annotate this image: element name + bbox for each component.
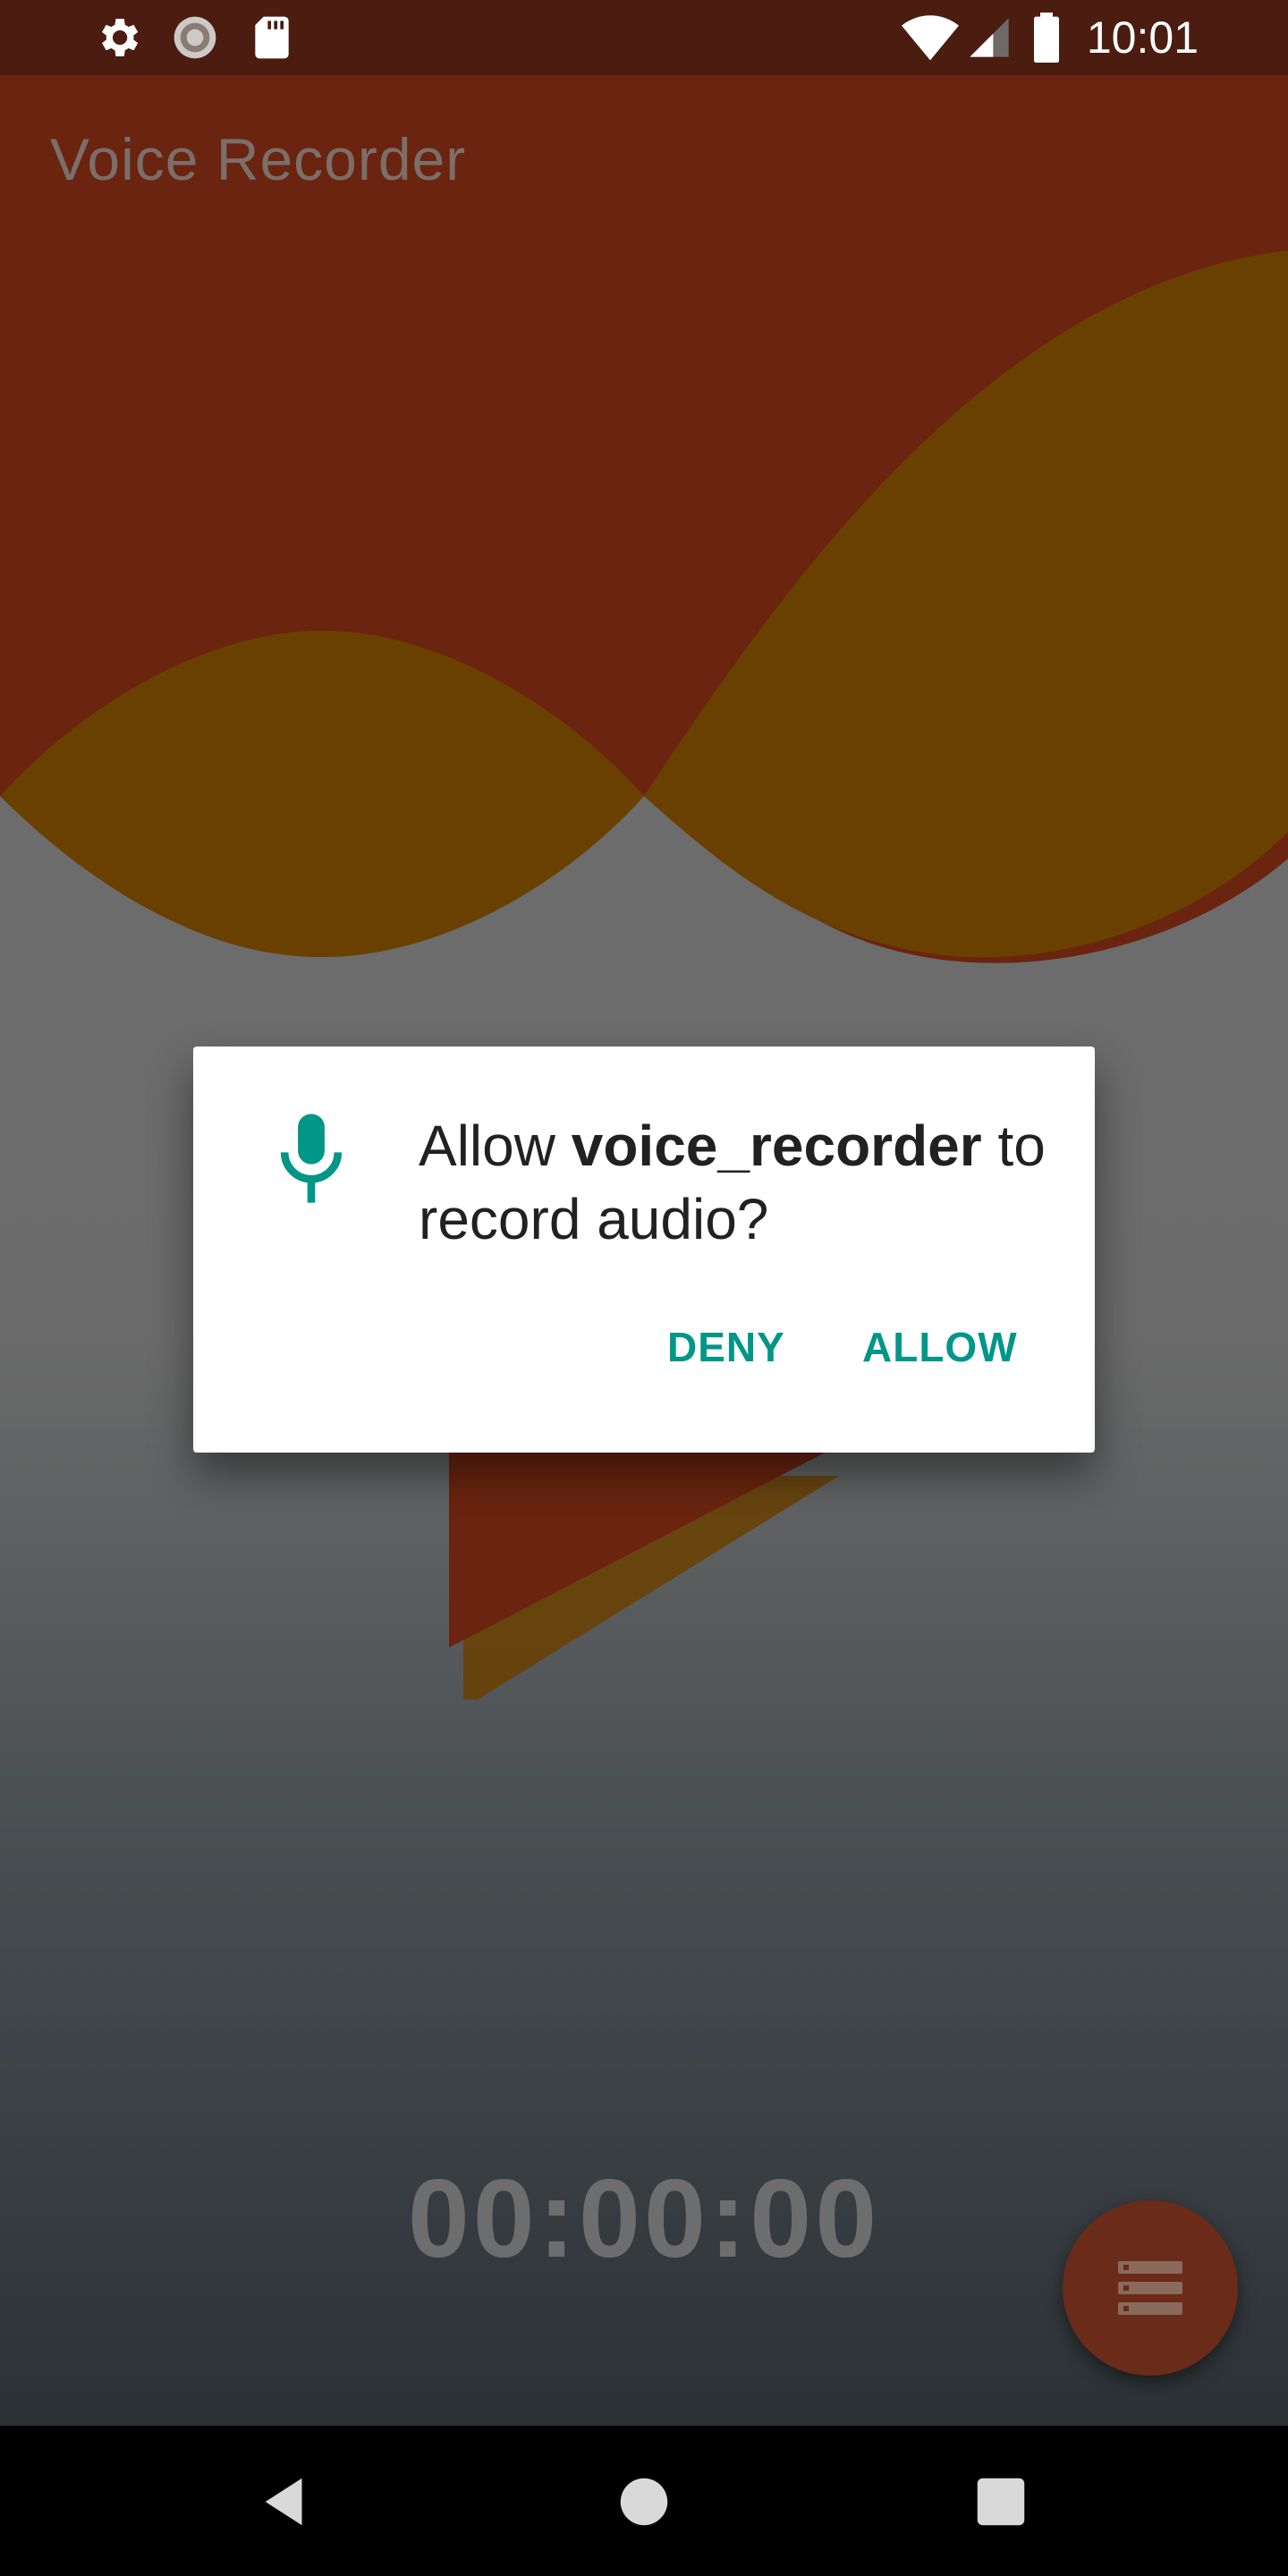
list-icon [1118, 2261, 1182, 2315]
status-clock: 10:01 [1086, 13, 1199, 63]
microphone-icon [280, 1114, 343, 1203]
status-bar: 10:01 [0, 0, 1288, 75]
recordings-list-button[interactable] [1063, 2200, 1238, 2376]
app-title: Voice Recorder [50, 126, 467, 192]
deny-button[interactable]: DENY [667, 1311, 785, 1383]
dialog-message: Allow voice_recorder to record audio? [419, 1109, 1063, 1256]
sync-icon [174, 16, 216, 59]
phone-screen: Voice Recorder 00:00:00 10:01 Allow voic… [0, 0, 1288, 2576]
message-prefix: Allow [419, 1114, 572, 1178]
battery-icon [1034, 13, 1059, 63]
home-icon[interactable] [613, 2470, 675, 2533]
wifi-icon [902, 15, 959, 61]
sd-card-icon [255, 16, 289, 59]
back-icon[interactable] [255, 2470, 318, 2533]
requesting-app-name: voice_recorder [571, 1114, 982, 1178]
cellular-signal-icon [970, 18, 1009, 57]
recents-icon[interactable] [970, 2470, 1032, 2533]
settings-icon [102, 19, 139, 56]
allow-button[interactable]: ALLOW [862, 1311, 1018, 1383]
navigation-bar [0, 2426, 1288, 2576]
record-button-shape[interactable] [438, 1449, 850, 1699]
permission-dialog: Allow voice_recorder to record audio? DE… [193, 1046, 1095, 1453]
